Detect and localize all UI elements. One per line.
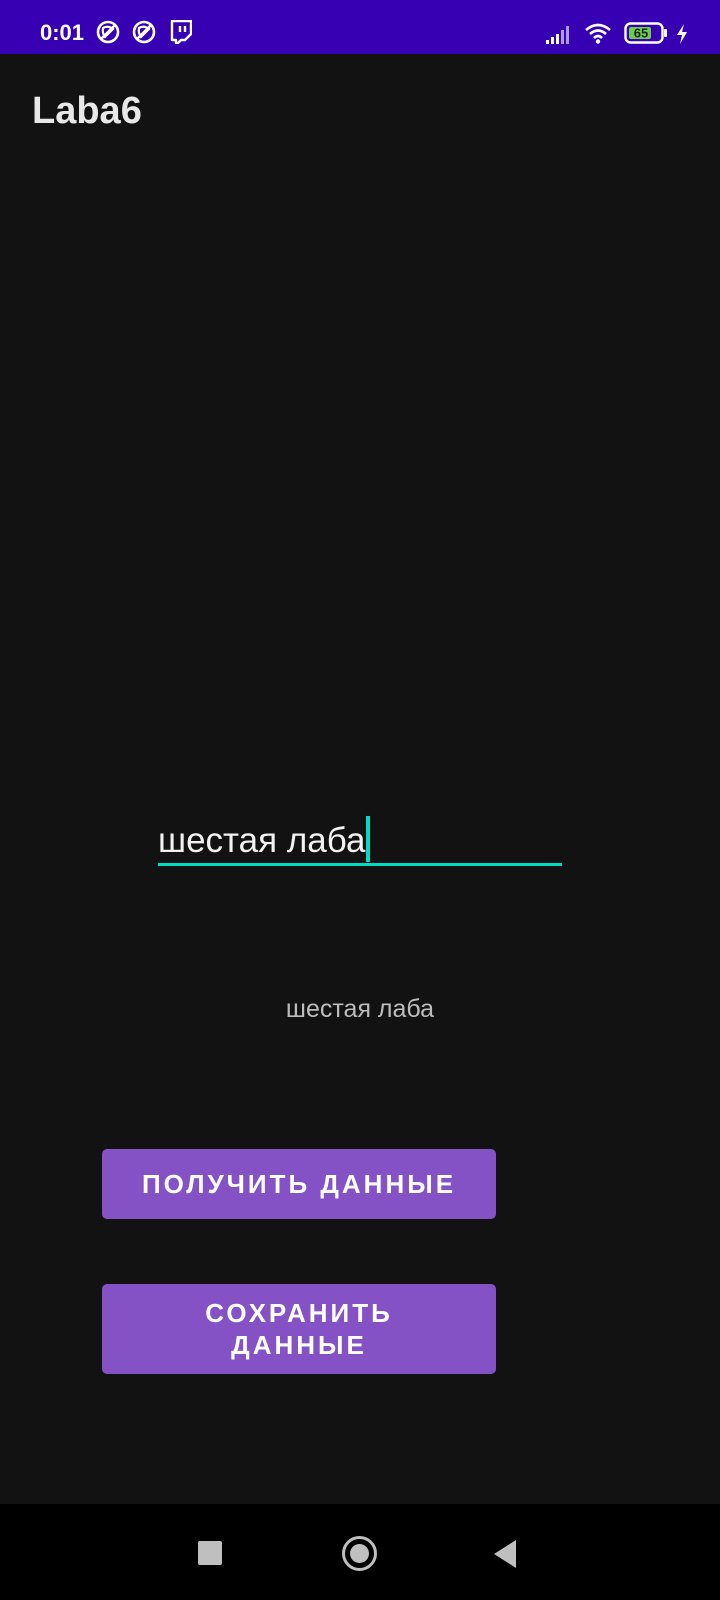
save-data-button-label: СОХРАНИТЬ ДАННЫЕ <box>205 1298 393 1360</box>
twitch-icon <box>170 20 192 44</box>
save-data-button[interactable]: СОХРАНИТЬ ДАННЫЕ <box>102 1284 496 1374</box>
output-text: шестая лаба <box>285 995 435 1023</box>
text-input-field[interactable]: шестая лаба <box>158 816 371 862</box>
back-icon[interactable] <box>494 1540 516 1568</box>
text-input[interactable]: шестая лаба <box>158 808 562 866</box>
recents-icon[interactable] <box>198 1541 222 1565</box>
home-icon[interactable] <box>342 1536 377 1571</box>
notification-blocked-icon <box>96 20 120 44</box>
status-bar: 0:01 65 <box>0 0 720 54</box>
notification-blocked-icon <box>132 20 156 44</box>
screen: 0:01 65 Laba6 шестая лаба шестая лаба ПО… <box>0 0 720 1600</box>
battery-icon: 65 <box>624 22 667 44</box>
cell-signal-icon <box>546 26 569 44</box>
text-cursor <box>366 816 371 862</box>
wifi-icon <box>585 23 611 44</box>
status-time: 0:01 <box>40 20 85 45</box>
get-data-button-label: ПОЛУЧИТЬ ДАННЫЕ <box>141 1169 457 1199</box>
charging-bolt-icon <box>677 24 687 44</box>
get-data-button[interactable]: ПОЛУЧИТЬ ДАННЫЕ <box>102 1149 496 1219</box>
battery-level-text: 65 <box>634 26 648 41</box>
app-title: Laba6 <box>32 90 142 132</box>
text-input-value: шестая лаба <box>158 821 366 860</box>
